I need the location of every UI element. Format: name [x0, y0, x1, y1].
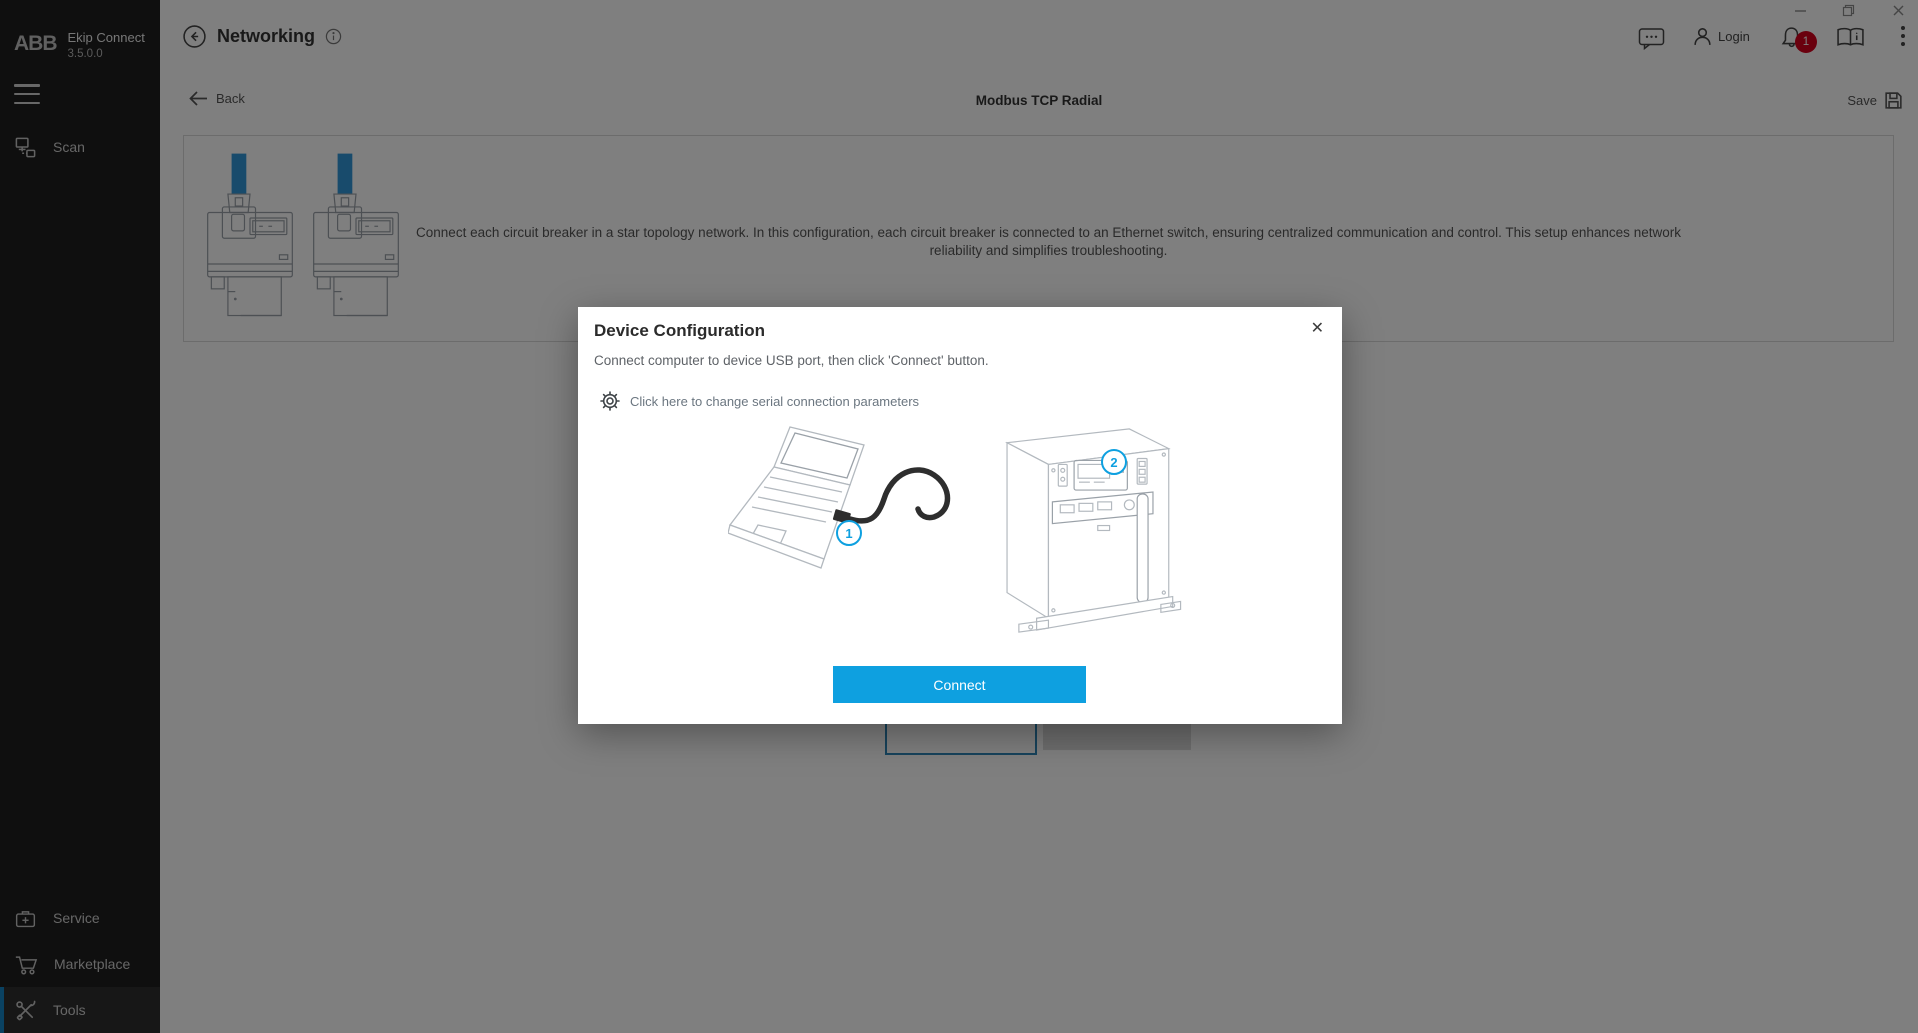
step-1-badge: 1	[836, 520, 862, 546]
step-2-badge: 2	[1101, 449, 1127, 475]
device-illustration	[978, 423, 1183, 635]
dialog-subtitle: Connect computer to device USB port, the…	[594, 353, 989, 368]
device-configuration-dialog: Device Configuration ✕ Connect computer …	[578, 307, 1342, 724]
serial-parameters-link[interactable]: Click here to change serial connection p…	[600, 391, 919, 411]
close-icon[interactable]: ✕	[1309, 319, 1326, 339]
dialog-title: Device Configuration	[594, 321, 765, 341]
connect-button[interactable]: Connect	[833, 666, 1086, 703]
app-window: ABB Ekip Connect 3.5.0.0 Scan Service	[0, 0, 1918, 1033]
gear-icon	[600, 391, 620, 411]
laptop-usb-illustration	[728, 425, 968, 610]
serial-parameters-label: Click here to change serial connection p…	[630, 394, 919, 409]
